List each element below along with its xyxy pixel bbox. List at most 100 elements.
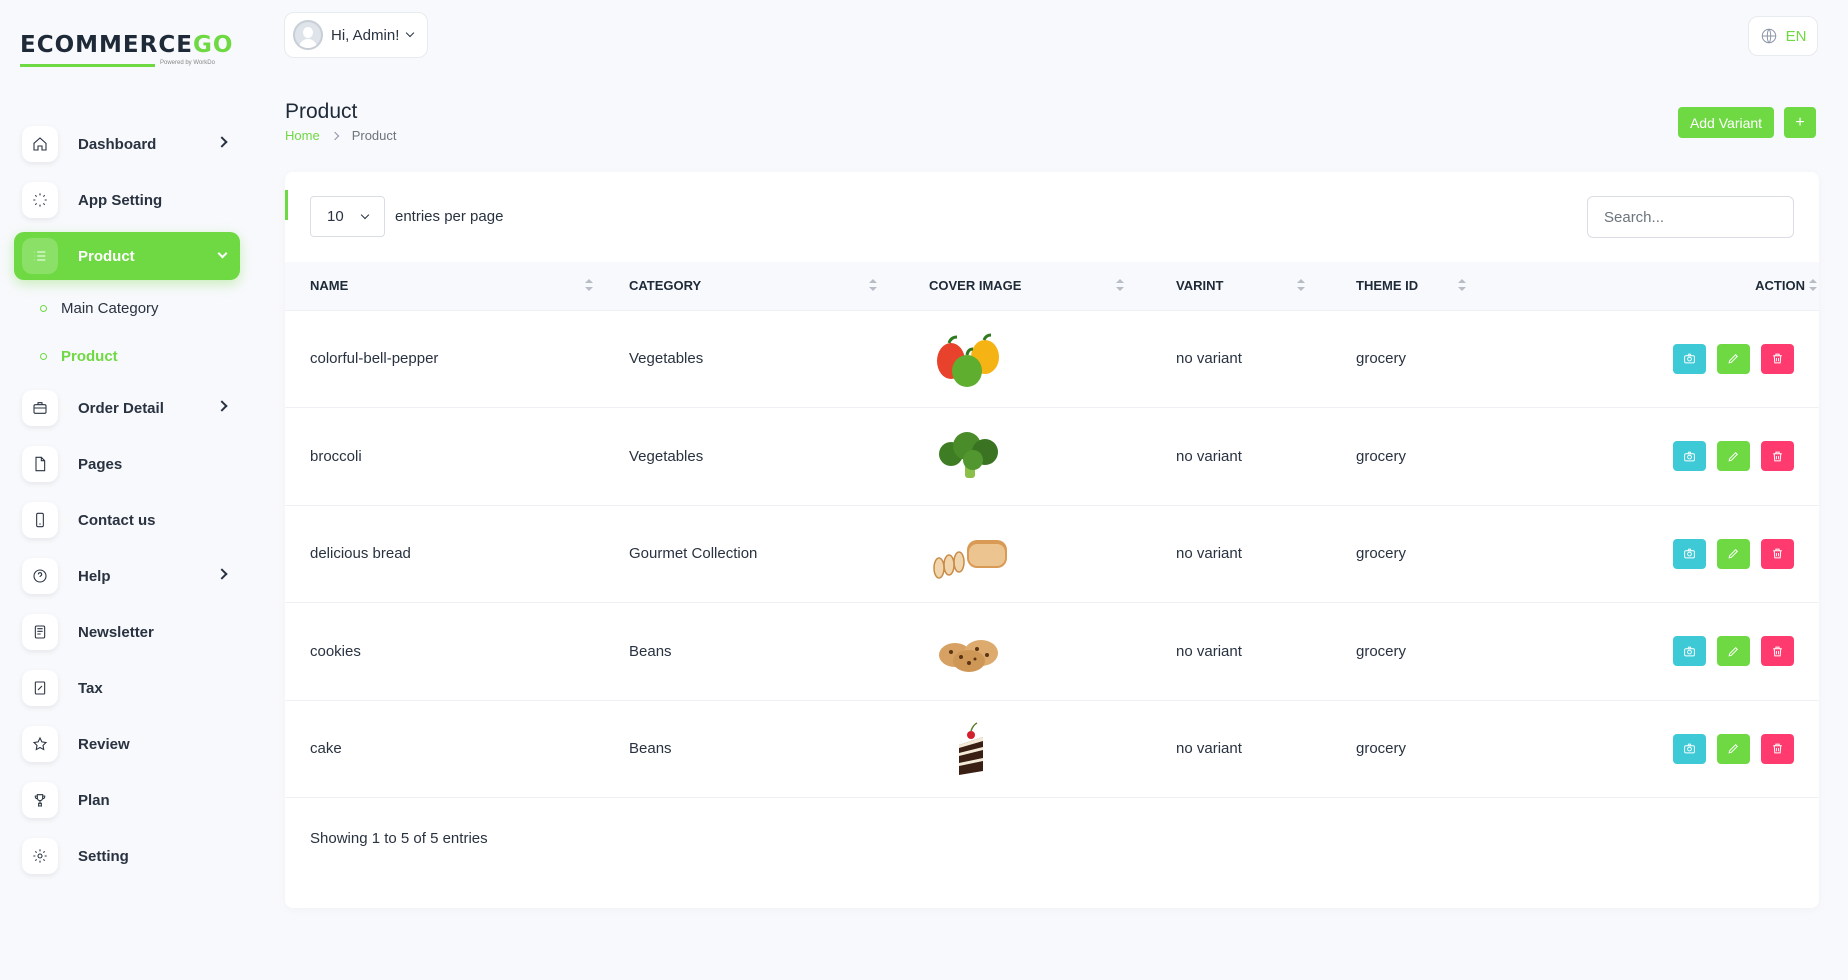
chevron-right-icon bbox=[216, 400, 228, 412]
column-header-cover-image[interactable]: Cover Image bbox=[904, 262, 1151, 310]
cake-image bbox=[959, 722, 983, 775]
table-row: broccoli Vegetables no variant grocery bbox=[285, 408, 1819, 506]
bell-pepper-image bbox=[937, 333, 999, 387]
product-name: delicious bread bbox=[310, 545, 411, 563]
sidebar-item-review[interactable]: Review bbox=[14, 716, 240, 772]
sidebar-item-setting[interactable]: Setting bbox=[14, 828, 240, 884]
language-selector[interactable]: EN bbox=[1748, 16, 1818, 56]
table-row: cookies Beans no variant grocery bbox=[285, 603, 1819, 700]
chevron-right-icon bbox=[330, 131, 339, 140]
view-button[interactable] bbox=[1673, 343, 1706, 374]
row-actions bbox=[1526, 441, 1794, 472]
add-variant-button[interactable]: Add Variant bbox=[1678, 107, 1774, 138]
sidebar-item-label: Plan bbox=[78, 791, 110, 809]
sidebar-subitem-main-category[interactable]: Main Category bbox=[14, 284, 240, 332]
delete-button[interactable] bbox=[1761, 538, 1794, 569]
help-circle-icon bbox=[22, 558, 58, 594]
sidebar-item-label: Newsletter bbox=[78, 623, 154, 641]
table-row: colorful-bell-pepper Vegetables no varia… bbox=[285, 310, 1819, 408]
logo-accent: GO bbox=[192, 32, 234, 58]
column-header-variant[interactable]: Varint bbox=[1151, 262, 1331, 310]
actions-cell bbox=[1501, 310, 1819, 408]
entries-per-page-select[interactable]: 10 bbox=[310, 196, 385, 237]
sidebar-item-product[interactable]: Product bbox=[14, 232, 240, 280]
card-accent-bar bbox=[285, 190, 288, 220]
sidebar-item-label: App Setting bbox=[78, 191, 163, 209]
cookies-image bbox=[939, 640, 998, 673]
product-variant: no variant bbox=[1176, 642, 1242, 660]
table-row: delicious bread Gourmet Collection no va… bbox=[285, 505, 1819, 603]
view-button[interactable] bbox=[1673, 636, 1706, 667]
chevron-down-icon bbox=[217, 248, 228, 259]
product-category: Beans bbox=[629, 642, 672, 660]
loader-icon bbox=[22, 182, 58, 218]
cover-image-cell bbox=[904, 408, 1151, 506]
camera-icon bbox=[1684, 743, 1695, 754]
bullet-icon bbox=[40, 304, 47, 312]
column-header-name[interactable]: Name bbox=[285, 262, 604, 310]
edit-button[interactable] bbox=[1717, 538, 1750, 569]
row-actions bbox=[1526, 343, 1794, 374]
sidebar-item-app-setting[interactable]: App Setting bbox=[14, 172, 240, 228]
trash-icon bbox=[1773, 646, 1782, 657]
table-row: cake Beans no variant grocery bbox=[285, 700, 1819, 798]
receipt-icon bbox=[22, 670, 58, 706]
sidebar-item-newsletter[interactable]: Newsletter bbox=[14, 604, 240, 660]
search-input[interactable] bbox=[1587, 196, 1794, 238]
edit-button[interactable] bbox=[1717, 733, 1750, 764]
page-title: Product bbox=[285, 100, 358, 123]
sidebar-item-order-detail[interactable]: Order Detail bbox=[14, 380, 240, 436]
delete-button[interactable] bbox=[1761, 343, 1794, 374]
product-theme-id: grocery bbox=[1356, 350, 1407, 368]
view-button[interactable] bbox=[1673, 538, 1706, 569]
sidebar-item-plan[interactable]: Plan bbox=[14, 772, 240, 828]
breadcrumb-current: Product bbox=[351, 128, 397, 143]
trash-icon bbox=[1773, 548, 1782, 559]
delete-button[interactable] bbox=[1761, 636, 1794, 667]
sidebar-item-pages[interactable]: Pages bbox=[14, 436, 240, 492]
sidebar-subitem-product[interactable]: Product bbox=[14, 332, 240, 380]
edit-button[interactable] bbox=[1717, 343, 1750, 374]
sidebar-item-contact-us[interactable]: Contact us bbox=[14, 492, 240, 548]
chevron-right-icon bbox=[216, 568, 228, 580]
trash-icon bbox=[1773, 743, 1782, 754]
star-icon bbox=[22, 726, 58, 762]
view-button[interactable] bbox=[1673, 441, 1706, 472]
edit-button[interactable] bbox=[1717, 441, 1750, 472]
product-theme-id: grocery bbox=[1356, 545, 1407, 563]
edit-button[interactable] bbox=[1717, 636, 1750, 667]
column-header-label: Cover Image bbox=[929, 278, 1022, 294]
breadcrumb-home-link[interactable]: Home bbox=[285, 128, 320, 143]
list-icon bbox=[22, 238, 58, 274]
chevron-down-icon bbox=[406, 28, 415, 38]
delete-button[interactable] bbox=[1761, 733, 1794, 764]
sidebar-item-tax[interactable]: Tax bbox=[14, 660, 240, 716]
product-category: Vegetables bbox=[629, 447, 704, 465]
sort-icon bbox=[585, 279, 593, 293]
delete-button[interactable] bbox=[1761, 441, 1794, 472]
column-header-category[interactable]: Category bbox=[604, 262, 904, 310]
sidebar-item-help[interactable]: Help bbox=[14, 548, 240, 604]
sort-icon bbox=[1297, 279, 1305, 293]
add-product-button[interactable]: + bbox=[1784, 107, 1816, 138]
user-menu-button[interactable]: Hi, Admin! bbox=[284, 12, 428, 58]
product-theme-id: grocery bbox=[1356, 740, 1407, 758]
actions-cell bbox=[1501, 408, 1819, 506]
column-header-theme-id[interactable]: Theme ID bbox=[1331, 262, 1501, 310]
column-header-action[interactable]: Action bbox=[1501, 262, 1819, 310]
chevron-down-icon bbox=[360, 210, 369, 219]
logo-underline bbox=[20, 64, 155, 67]
trash-icon bbox=[1773, 353, 1782, 364]
column-header-label: Category bbox=[629, 278, 702, 294]
product-variant: no variant bbox=[1176, 545, 1242, 563]
cover-image-cell bbox=[904, 700, 1151, 798]
view-button[interactable] bbox=[1673, 733, 1706, 764]
product-variant: no variant bbox=[1176, 740, 1242, 758]
product-variant: no variant bbox=[1176, 447, 1242, 465]
column-header-label: Varint bbox=[1176, 278, 1224, 294]
sidebar-item-label: Contact us bbox=[78, 511, 156, 529]
brand-logo[interactable]: ECOMMERCEGO Powered by WorkDo bbox=[20, 32, 232, 72]
sidebar-item-dashboard[interactable]: Dashboard bbox=[14, 116, 240, 172]
sidebar-item-label: Help bbox=[78, 567, 111, 585]
row-actions bbox=[1526, 636, 1794, 667]
